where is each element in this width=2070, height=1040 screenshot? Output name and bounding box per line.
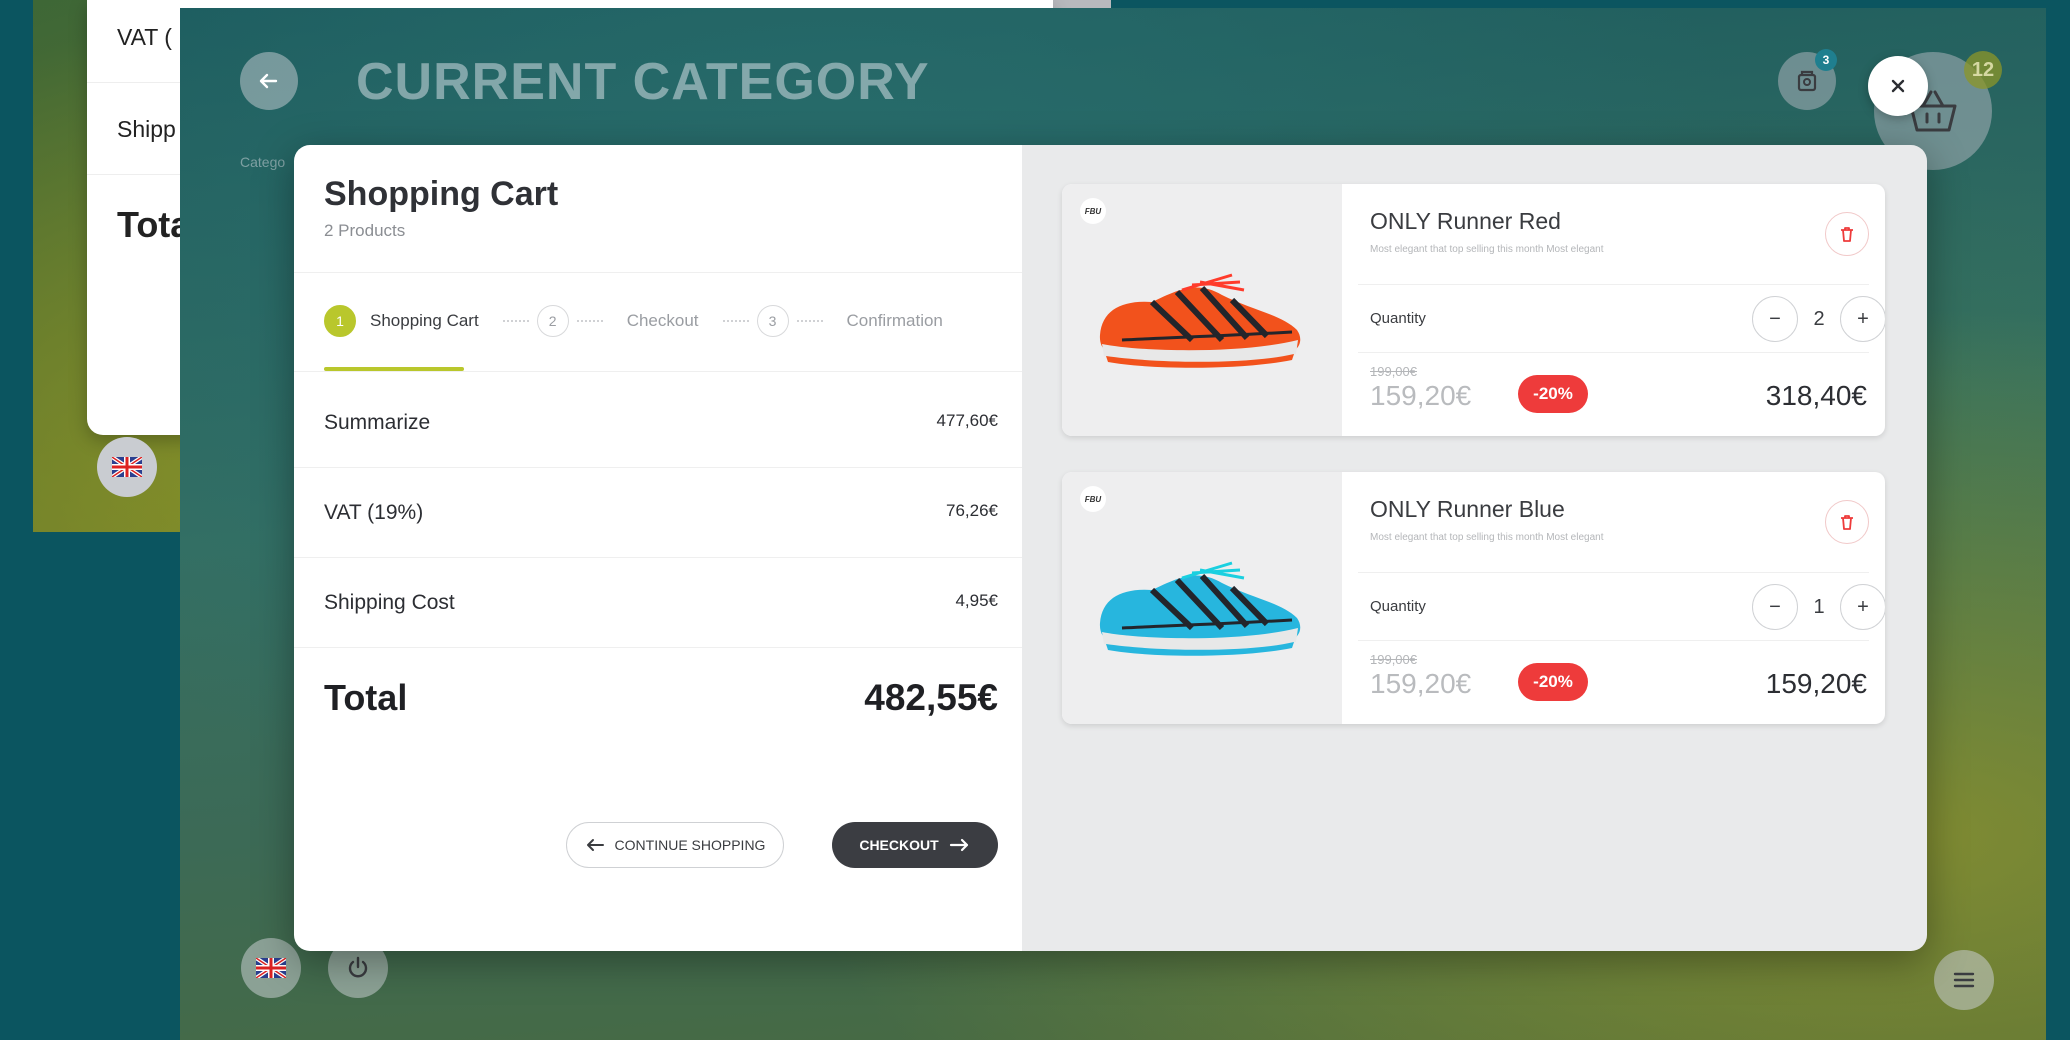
running-shoe-red-image: [1099, 273, 1301, 368]
cart-items-panel: FBU ONLY Runner Red Most elegant that to…: [1022, 145, 1927, 951]
uk-flag-icon: [256, 958, 286, 978]
product-image: FBU: [1062, 184, 1342, 436]
checkout-label: CHECKOUT: [859, 837, 939, 853]
shipping-value: 4,95€: [955, 591, 998, 610]
uk-flag-icon: [112, 457, 142, 477]
divider: [294, 467, 1022, 468]
summary-row-shipping: Shipping Cost 4,95€: [324, 591, 998, 615]
total-label: Total: [324, 677, 408, 718]
checkout-button[interactable]: CHECKOUT: [832, 822, 998, 868]
cart-title: Shopping Cart: [324, 175, 559, 213]
product-name[interactable]: ONLY Runner Red: [1370, 208, 1561, 235]
product-description: Most elegant that top selling this month…: [1370, 244, 1604, 255]
language-button[interactable]: [241, 938, 301, 998]
brand-logo: FBU: [1080, 486, 1106, 512]
running-shoe-blue-image: [1099, 561, 1301, 656]
step-2-number[interactable]: 2: [536, 305, 569, 337]
close-cart-button[interactable]: [1868, 56, 1928, 116]
step-1-label[interactable]: Shopping Cart: [370, 311, 479, 331]
total-value: 482,55€: [864, 677, 998, 718]
cart-product-count: 2 Products: [324, 221, 406, 240]
cart-item-details: ONLY Runner Red Most elegant that top se…: [1342, 184, 1885, 436]
step-connector: [502, 320, 529, 322]
brand-logo: FBU: [1080, 198, 1106, 224]
subtotal-value: 477,60€: [936, 411, 998, 430]
background-language-button[interactable]: [97, 437, 157, 497]
vat-value: 76,26€: [946, 501, 998, 520]
step-2-label[interactable]: Checkout: [627, 311, 699, 331]
trash-icon: [1841, 515, 1853, 530]
cart-item-details: ONLY Runner Blue Most elegant that top s…: [1342, 472, 1885, 724]
power-icon: [348, 956, 368, 978]
divider: [1358, 352, 1869, 353]
step-1-number[interactable]: 1: [324, 305, 356, 337]
quantity-value[interactable]: 2: [1798, 296, 1840, 342]
discounted-price: 159,20€: [1370, 668, 1472, 699]
step-connector: [576, 320, 603, 322]
shopping-cart-modal: Shopping Cart 2 Products 1 Shopping Cart…: [294, 145, 1927, 951]
product-description: Most elegant that top selling this month…: [1370, 532, 1604, 543]
line-total: 318,40€: [1765, 380, 1867, 411]
original-price: 199,00€: [1370, 364, 1417, 379]
arrow-left-icon: [259, 73, 278, 89]
discount-badge: -20%: [1518, 375, 1588, 413]
divider: [294, 647, 1022, 648]
remove-item-button[interactable]: [1825, 500, 1869, 544]
quantity-decrease-button[interactable]: −: [1752, 296, 1798, 342]
menu-button[interactable]: [1934, 950, 1994, 1010]
quantity-decrease-button[interactable]: −: [1752, 584, 1798, 630]
divider: [1358, 640, 1869, 641]
continue-shopping-button[interactable]: CONTINUE SHOPPING: [566, 822, 784, 868]
discounted-price: 159,20€: [1370, 380, 1472, 411]
vat-label: VAT (19%): [324, 501, 424, 524]
line-total: 159,20€: [1765, 668, 1867, 699]
step-connector: [722, 320, 749, 322]
step-connector: [796, 320, 823, 322]
divider: [294, 371, 1022, 372]
summary-row-subtotal: Summarize 477,60€: [324, 411, 998, 435]
quantity-value[interactable]: 1: [1798, 584, 1840, 630]
breadcrumb[interactable]: Catego: [240, 154, 285, 170]
shipping-label: Shipping Cost: [324, 591, 455, 614]
divider: [294, 557, 1022, 558]
quantity-label: Quantity: [1370, 598, 1426, 615]
divider: [1358, 572, 1869, 573]
background-vat-label: VAT (: [117, 24, 172, 50]
original-price: 199,00€: [1370, 652, 1417, 667]
quantity-increase-button[interactable]: +: [1840, 584, 1885, 630]
checkout-steps: 1 Shopping Cart 2 Checkout 3 Confirmatio…: [324, 303, 943, 339]
summary-row-vat: VAT (19%) 76,26€: [324, 501, 998, 525]
discount-badge: -20%: [1518, 663, 1588, 701]
product-image: FBU: [1062, 472, 1342, 724]
continue-shopping-label: CONTINUE SHOPPING: [614, 837, 766, 853]
step-3-number[interactable]: 3: [756, 305, 789, 337]
orders-badge: 3: [1815, 49, 1837, 71]
menu-icon: [1953, 972, 1975, 988]
divider: [294, 272, 1022, 273]
subtotal-label: Summarize: [324, 411, 431, 434]
back-button[interactable]: [240, 52, 298, 110]
cart-item: FBU ONLY Runner Blue Most elegant that t…: [1062, 472, 1885, 724]
page-title: CURRENT CATEGORY: [356, 53, 930, 111]
arrow-right-icon: [949, 838, 968, 852]
step-3-label[interactable]: Confirmation: [847, 311, 943, 331]
summary-row-total: Total 482,55€: [324, 677, 998, 719]
product-name[interactable]: ONLY Runner Blue: [1370, 496, 1565, 523]
background-shipping-label: Shipp: [117, 116, 176, 142]
arrow-left-icon: [586, 839, 604, 851]
receipt-icon: [1797, 70, 1817, 92]
basket-badge: 12: [1964, 51, 2002, 89]
divider: [1358, 284, 1869, 285]
trash-icon: [1841, 227, 1853, 242]
cart-item: FBU ONLY Runner Red Most elegant that to…: [1062, 184, 1885, 436]
remove-item-button[interactable]: [1825, 212, 1869, 256]
close-icon: [1891, 79, 1905, 93]
cart-summary-panel: Shopping Cart 2 Products 1 Shopping Cart…: [294, 145, 1022, 951]
quantity-label: Quantity: [1370, 310, 1426, 327]
quantity-increase-button[interactable]: +: [1840, 296, 1885, 342]
